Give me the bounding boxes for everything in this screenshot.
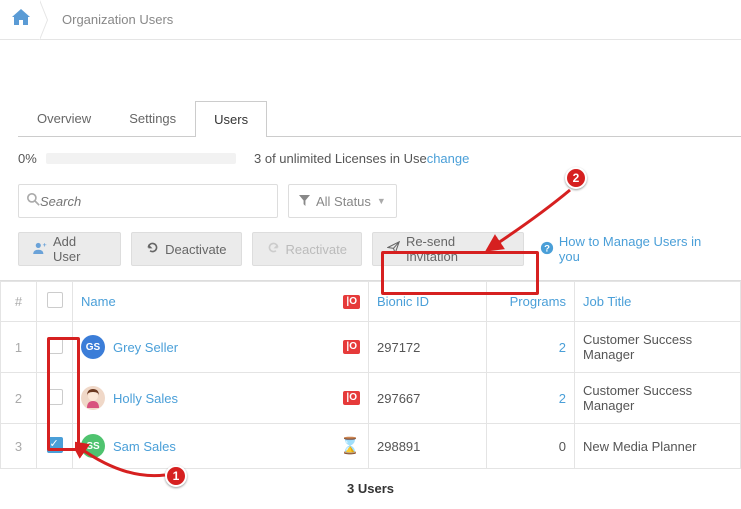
status-filter[interactable]: All Status ▼ [288,184,397,218]
help-icon: ? [540,241,554,258]
row-index: 1 [1,322,37,373]
programs-link[interactable]: 2 [559,391,566,406]
home-icon[interactable] [12,9,30,30]
callout-2: 2 [565,167,587,189]
table-row: 2 Holly Sales |O 297667 2 Customer Success Ma… [1,373,741,424]
job-title: New Media Planner [575,424,741,469]
avatar: SS [81,434,105,458]
undo-icon [146,241,159,257]
bionic-id: 298891 [369,424,487,469]
tabs: Overview Settings Users [18,100,741,137]
tab-settings[interactable]: Settings [110,100,195,136]
deactivate-label: Deactivate [165,242,226,257]
users-table: # Name |O Bionic ID Programs Job Title 1… [0,281,741,469]
search-icon [27,193,40,209]
search-input-wrap[interactable] [18,184,278,218]
user-name-link[interactable]: Grey Seller [113,340,178,355]
annotation-box-checkboxes [47,337,80,451]
avatar [81,386,105,410]
annotation-box-resend [381,251,539,295]
row-index: 2 [1,373,37,424]
caret-down-icon: ▼ [377,196,386,206]
search-input[interactable] [40,194,269,209]
help-link[interactable]: ? How to Manage Users in you [540,234,723,264]
users-count: 3 Users [0,469,741,508]
license-row: 0% 3 of unlimited Licenses in Use change [0,137,741,180]
add-user-label: Add User [53,234,106,264]
io-badge-icon: |O [343,391,360,405]
col-index-header: # [1,282,37,322]
col-checkbox-header[interactable] [37,282,73,322]
license-text: 3 of unlimited Licenses in Use [254,151,427,166]
col-job-header[interactable]: Job Title [575,282,741,322]
reactivate-label: Reactivate [286,242,347,257]
toolbar: + Add User Deactivate Reactivate Re-send… [0,232,741,281]
add-user-button[interactable]: + Add User [18,232,121,266]
bionic-id: 297667 [369,373,487,424]
table-row: 1 GS Grey Seller |O 297172 2 Customer Success … [1,322,741,373]
add-user-icon: + [33,242,47,257]
programs-link[interactable]: 0 [559,439,566,454]
programs-link[interactable]: 2 [559,340,566,355]
status-filter-label: All Status [316,194,371,209]
redo-icon [267,241,280,257]
breadcrumb-page[interactable]: Organization Users [62,12,173,27]
select-all-checkbox[interactable] [47,292,63,308]
breadcrumb-separator [40,0,52,40]
help-label: How to Manage Users in you [559,234,723,264]
user-name-link[interactable]: Holly Sales [113,391,178,406]
bionic-id: 297172 [369,322,487,373]
col-name-label: Name [81,294,116,309]
job-title: Customer Success Manager [575,373,741,424]
deactivate-button[interactable]: Deactivate [131,232,241,266]
tab-overview[interactable]: Overview [18,100,110,136]
license-change-link[interactable]: change [427,151,470,166]
avatar: GS [81,335,105,359]
hourglass-icon: ⌛ [340,436,360,456]
reactivate-button: Reactivate [252,232,362,266]
filter-icon [299,194,310,209]
col-name-header[interactable]: Name |O [73,282,369,322]
io-badge-icon: |O [343,340,360,354]
job-title: Customer Success Manager [575,322,741,373]
callout-1: 1 [165,465,187,487]
row-index: 3 [1,424,37,469]
tab-users[interactable]: Users [195,101,267,137]
license-percent: 0% [18,151,46,166]
io-badge-icon: |O [343,295,360,309]
table-row: 3 SS Sam Sales ⌛ 298891 0 New Media Planner [1,424,741,469]
user-name-link[interactable]: Sam Sales [113,439,176,454]
svg-text:+: + [43,242,47,249]
svg-text:?: ? [544,243,550,254]
breadcrumb: Organization Users [0,0,741,40]
license-bar [46,153,236,164]
